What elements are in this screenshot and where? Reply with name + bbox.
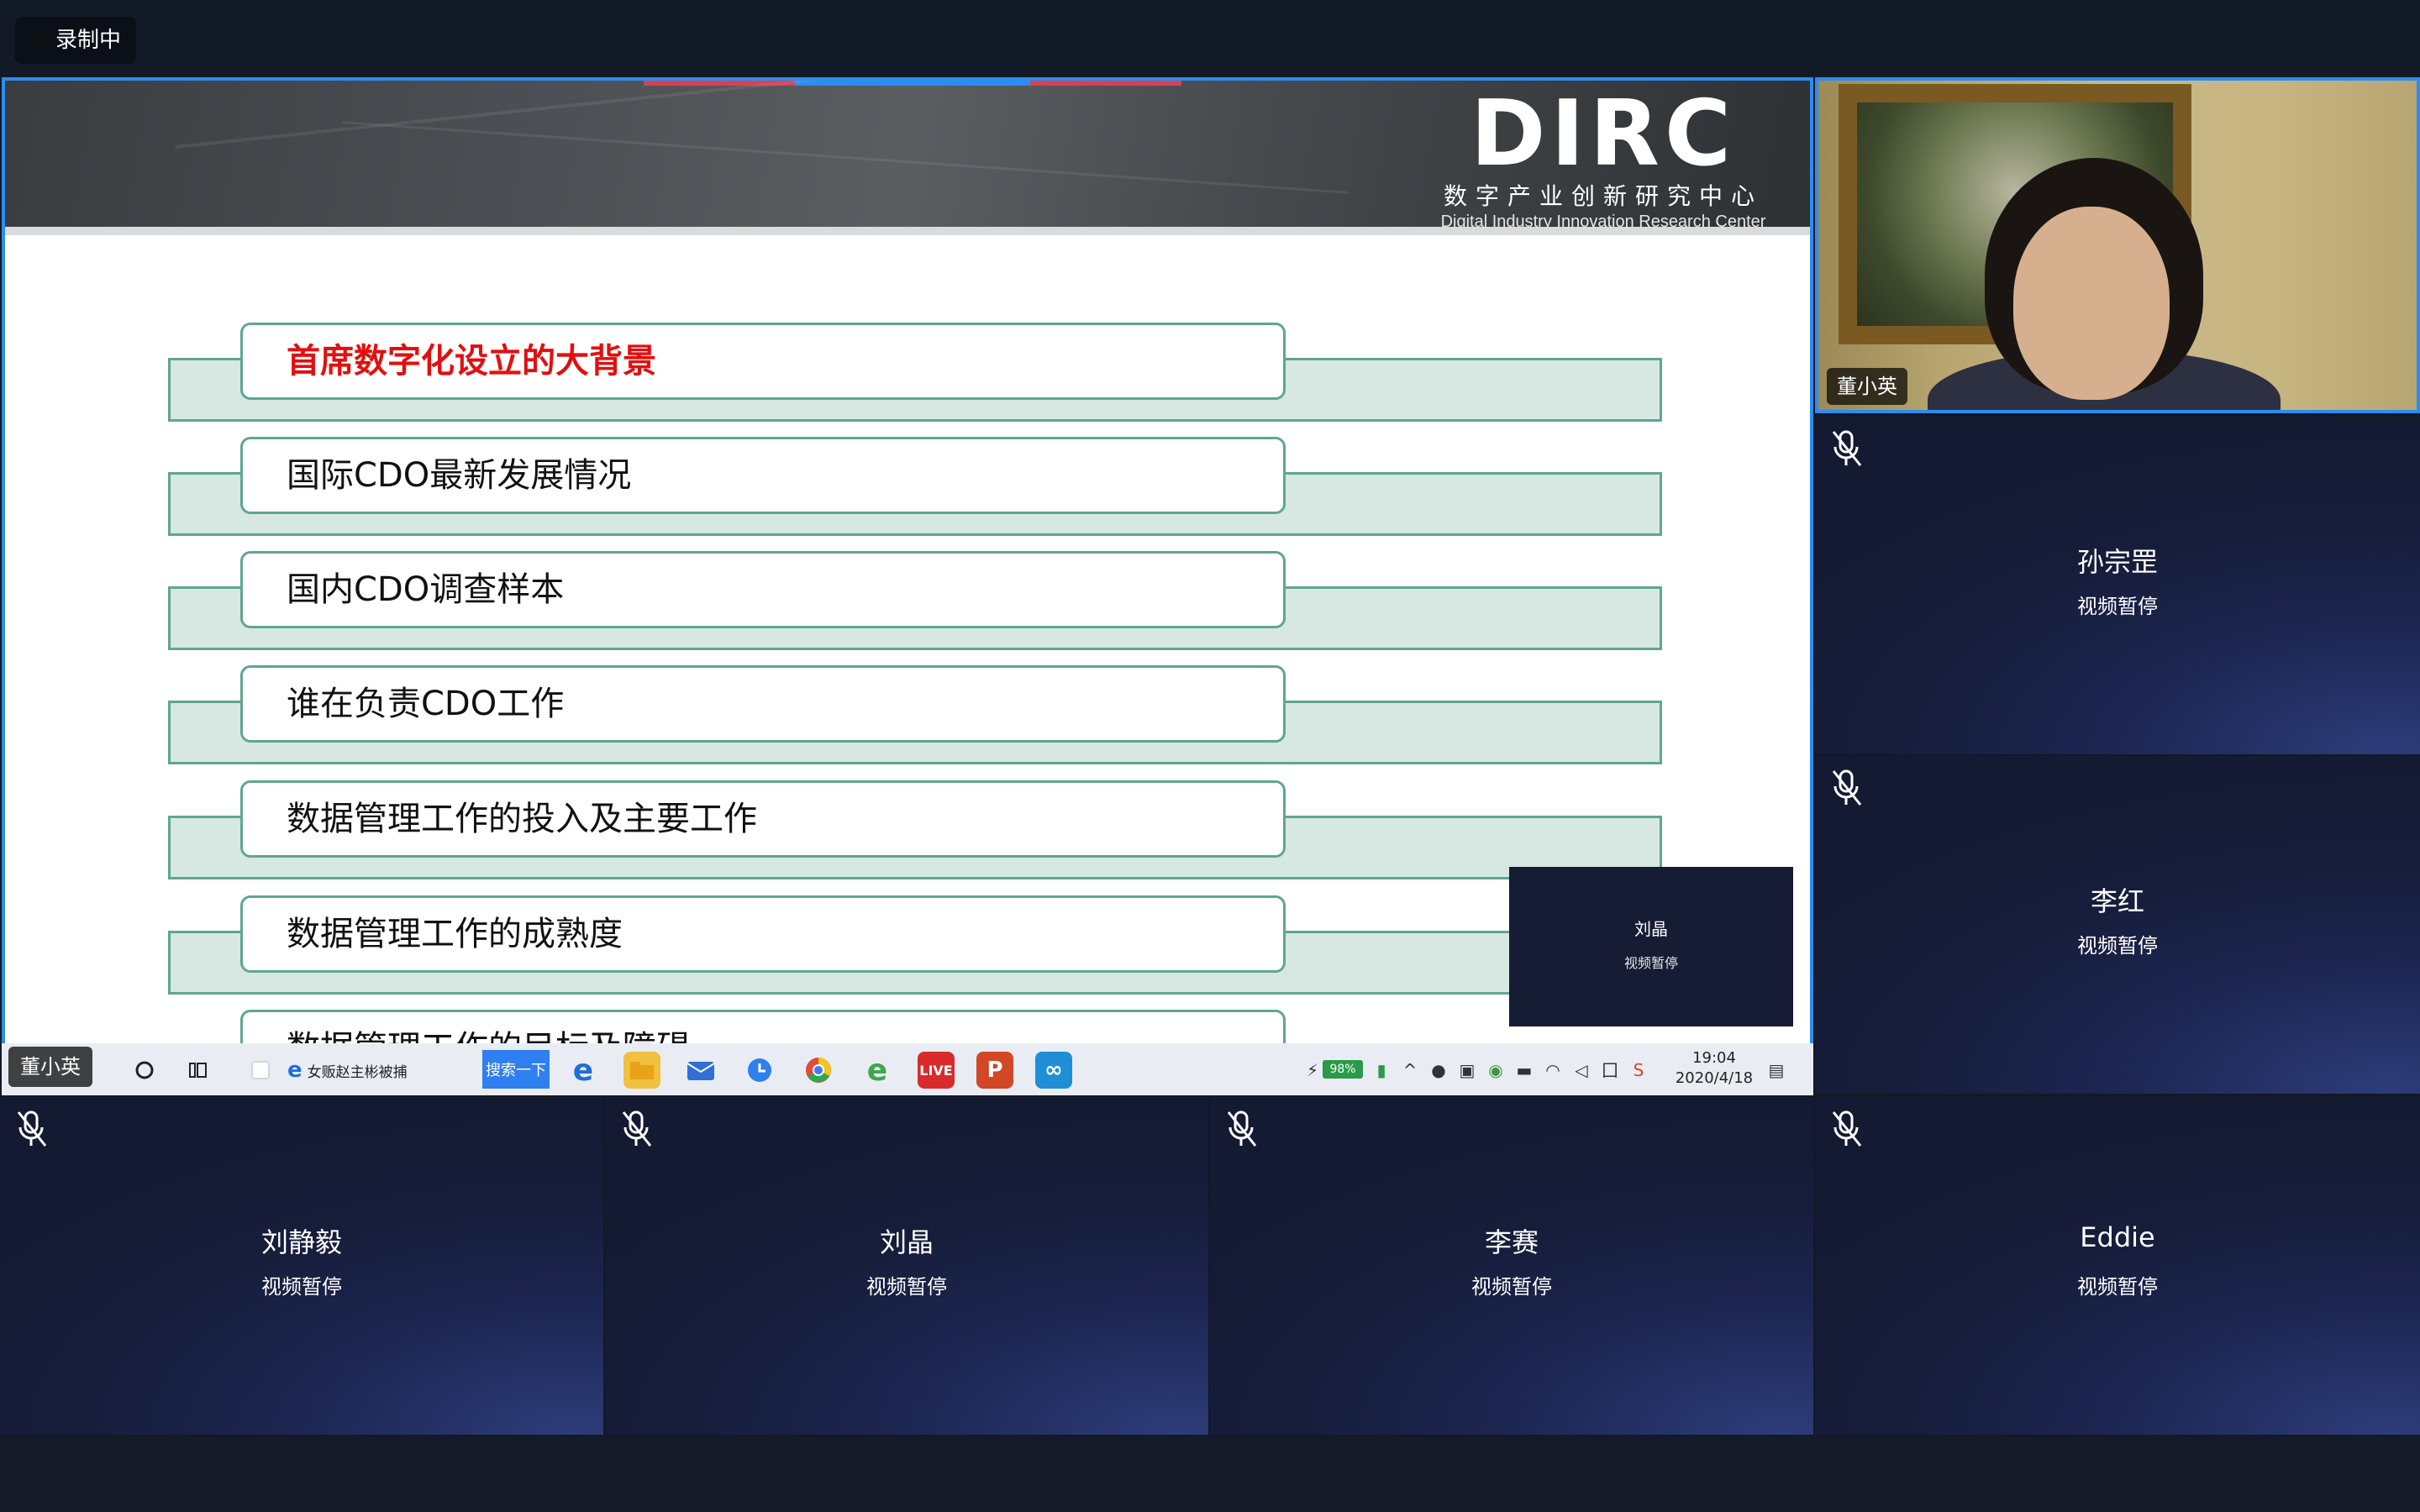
keyboard-icon[interactable]: ▬ bbox=[1514, 1060, 1534, 1080]
header-stripe bbox=[5, 227, 1810, 235]
agenda-item: 国际CDO最新发展情况 bbox=[5, 437, 1810, 544]
slide-header: DIRC 数字产业创新研究中心 Digital Industry Innovat… bbox=[5, 81, 1810, 227]
cortana-icon[interactable] bbox=[128, 1052, 161, 1089]
agenda-card: 国际CDO最新发展情况 bbox=[240, 437, 1286, 514]
ime-icon[interactable]: 囗 bbox=[1600, 1060, 1620, 1080]
agenda-item: 谁在负责CDO工作 bbox=[5, 665, 1810, 773]
input-method-icon[interactable]: S bbox=[1628, 1060, 1649, 1080]
battery-app-icon[interactable]: ▮ bbox=[1371, 1060, 1392, 1080]
clock-app-icon[interactable] bbox=[741, 1052, 778, 1089]
header-accent bbox=[795, 81, 1030, 86]
battery-indicator[interactable]: 98% bbox=[1323, 1060, 1363, 1079]
recording-label: 录制中 bbox=[55, 28, 122, 53]
agenda-item: 国内CDO调查样本 bbox=[5, 551, 1810, 659]
participant-tile[interactable]: 李红 视频暂停 bbox=[1815, 756, 2420, 1094]
security-tray-icon[interactable]: ◉ bbox=[1486, 1060, 1506, 1080]
dirc-logo: DIRC 数字产业创新研究中心 Digital Industry Innovat… bbox=[1427, 81, 1780, 228]
wifi-icon[interactable]: ◠ bbox=[1543, 1060, 1563, 1080]
agenda-card: 首席数字化设立的大背景 bbox=[240, 323, 1286, 400]
speaker-name-tag: 董小英 bbox=[1827, 368, 1907, 405]
chevron-up-icon[interactable]: ^ bbox=[1400, 1060, 1420, 1080]
ie-small-icon: e bbox=[287, 1058, 302, 1083]
agenda-card: 谁在负责CDO工作 bbox=[240, 665, 1286, 743]
muted-mic-icon bbox=[1832, 430, 1862, 466]
shared-participant-tile[interactable]: 刘晶 视频暂停 bbox=[1509, 867, 1793, 1026]
agenda-card: 国内CDO调查样本 bbox=[240, 551, 1286, 628]
meeting-app-icon[interactable]: ∞ bbox=[1035, 1052, 1072, 1089]
live-app-icon[interactable]: LIVE bbox=[918, 1052, 955, 1089]
participant-name: 孙宗罡 bbox=[2076, 546, 2158, 578]
agenda-item: 首席数字化设立的大背景 bbox=[5, 323, 1810, 430]
participant-status: 视频暂停 bbox=[2077, 1275, 2158, 1299]
browser-tab[interactable]: e 女贩赵主彬被捕 bbox=[287, 1052, 455, 1089]
participant-name: 李赛 bbox=[1484, 1226, 1539, 1258]
recording-icon bbox=[32, 34, 45, 47]
participant-tile[interactable]: 孙宗罡 视频暂停 bbox=[1815, 417, 2420, 754]
microphone-tray-icon[interactable]: ● bbox=[1428, 1060, 1449, 1080]
screen-icon[interactable]: ▣ bbox=[1457, 1060, 1477, 1080]
participant-name: 刘晶 bbox=[879, 1226, 934, 1258]
muted-mic-icon bbox=[17, 1110, 47, 1147]
muted-mic-icon bbox=[1832, 769, 1862, 806]
presenter-name-tag: 董小英 bbox=[8, 1047, 92, 1087]
logo-en-text: Digital Industry Innovation Research Cen… bbox=[1440, 213, 1766, 227]
participant-tile[interactable]: 刘晶 视频暂停 bbox=[605, 1097, 1208, 1435]
task-view-icon[interactable] bbox=[182, 1052, 215, 1089]
mini-tile-status: 视频暂停 bbox=[1623, 955, 1678, 971]
browser-tab-label: 女贩赵主彬被捕 bbox=[307, 1063, 408, 1081]
participant-name: Eddie bbox=[2080, 1221, 2155, 1253]
speaker-face bbox=[2013, 207, 2170, 400]
participant-name: 李红 bbox=[2090, 885, 2144, 917]
mini-tile-name: 刘晶 bbox=[1634, 919, 1668, 939]
participant-tile[interactable]: Eddie 视频暂停 bbox=[1815, 1097, 2420, 1435]
windows-taskbar: e 女贩赵主彬被捕 搜索一下 e e LIVE P ∞ ⚡ 98% ▮ ^ ● … bbox=[2, 1043, 1813, 1095]
ie-green-icon[interactable]: e bbox=[859, 1052, 896, 1089]
clock-date: 2020/4/18 bbox=[1675, 1069, 1754, 1087]
widget-icon[interactable] bbox=[245, 1052, 276, 1089]
charging-icon: ⚡ bbox=[1306, 1060, 1319, 1080]
volume-icon[interactable]: ◁ bbox=[1571, 1060, 1591, 1080]
participant-status: 视频暂停 bbox=[1471, 1275, 1552, 1299]
agenda-card: 数据管理工作的投入及主要工作 bbox=[240, 780, 1286, 858]
participant-status: 视频暂停 bbox=[2077, 934, 2158, 958]
file-explorer-icon[interactable] bbox=[623, 1052, 660, 1089]
powerpoint-icon[interactable]: P bbox=[976, 1052, 1013, 1089]
participant-status: 视频暂停 bbox=[2077, 595, 2158, 618]
muted-mic-icon bbox=[1832, 1110, 1862, 1147]
shared-screen[interactable]: DIRC 数字产业创新研究中心 Digital Industry Innovat… bbox=[2, 77, 1813, 1095]
speaker-video-tile[interactable]: 董小英 bbox=[1815, 77, 2420, 413]
participant-status: 视频暂停 bbox=[261, 1275, 342, 1299]
participant-status: 视频暂停 bbox=[866, 1275, 947, 1299]
top-bar: 录制中 bbox=[0, 0, 2420, 77]
mail-icon[interactable] bbox=[682, 1052, 719, 1089]
notification-icon[interactable]: ▤ bbox=[1766, 1060, 1786, 1080]
edge-icon[interactable]: e bbox=[565, 1052, 602, 1089]
participant-tile[interactable]: 李赛 视频暂停 bbox=[1210, 1097, 1813, 1435]
chrome-icon[interactable] bbox=[800, 1052, 837, 1089]
participant-name: 刘静毅 bbox=[260, 1226, 342, 1258]
taskbar-clock[interactable]: 19:04 2020/4/18 bbox=[1664, 1048, 1765, 1089]
header-decoration bbox=[175, 81, 928, 150]
muted-mic-icon bbox=[1227, 1110, 1257, 1147]
header-accent bbox=[1030, 81, 1181, 86]
clock-time: 19:04 bbox=[1692, 1049, 1736, 1067]
header-decoration bbox=[342, 121, 1349, 194]
logo-cn-text: 数字产业创新研究中心 bbox=[1443, 182, 1763, 210]
participant-tile[interactable]: 刘静毅 视频暂停 bbox=[0, 1097, 603, 1435]
agenda-card: 数据管理工作的成熟度 bbox=[240, 895, 1286, 973]
recording-badge[interactable]: 录制中 bbox=[15, 17, 137, 64]
bottom-bar bbox=[0, 1436, 2420, 1512]
logo-main-text: DIRC bbox=[1470, 81, 1737, 186]
search-button[interactable]: 搜索一下 bbox=[482, 1050, 550, 1089]
muted-mic-icon bbox=[622, 1110, 652, 1147]
